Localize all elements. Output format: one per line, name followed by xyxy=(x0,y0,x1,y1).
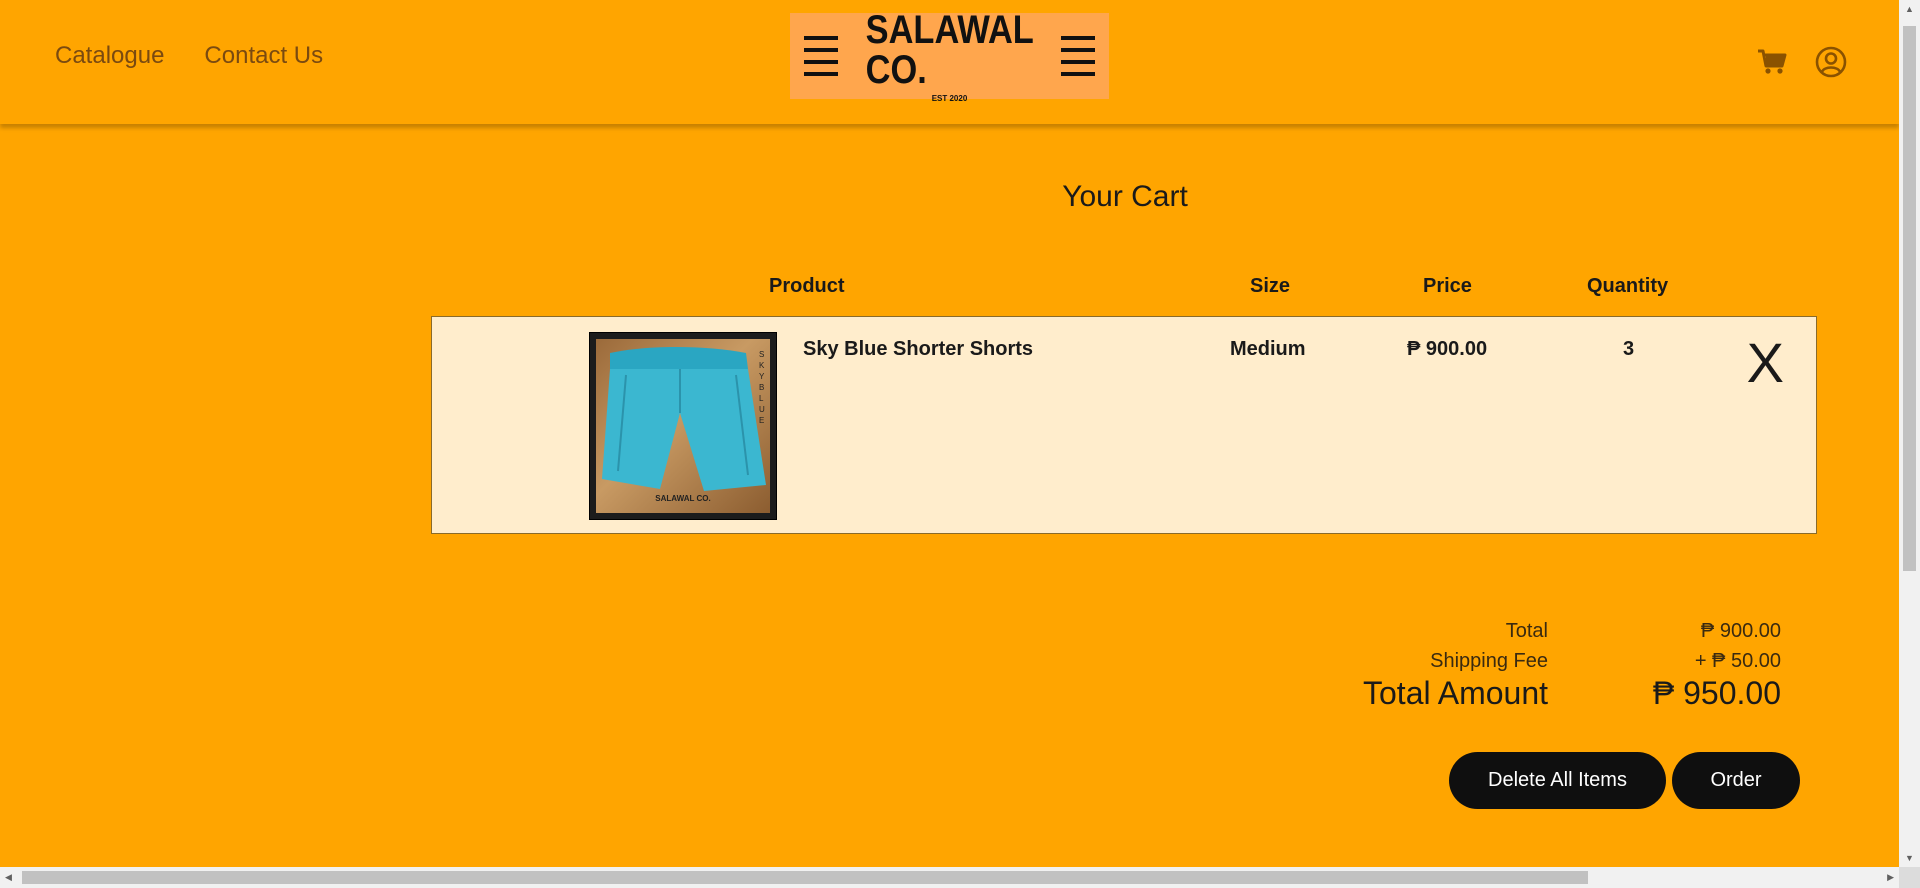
remove-item-button[interactable]: X xyxy=(1747,335,1784,391)
logo-right-stripes xyxy=(1061,36,1095,76)
column-header-price: Price xyxy=(1423,275,1472,297)
item-name[interactable]: Sky Blue Shorter Shorts xyxy=(803,338,1033,361)
scroll-left-arrow-icon[interactable]: ◀ xyxy=(5,872,12,883)
shorts-illustration xyxy=(602,347,766,491)
scroll-up-arrow-icon[interactable]: ▲ xyxy=(1905,4,1914,14)
item-size: Medium xyxy=(1230,338,1306,360)
product-image-side-text: SKY BLUE xyxy=(759,350,765,425)
page-viewport: Catalogue Contact Us SALAWAL CO. EST 202… xyxy=(0,0,1899,867)
vertical-scrollbar[interactable]: ▲ ▼ xyxy=(1899,0,1920,867)
scroll-right-arrow-icon[interactable]: ▶ xyxy=(1887,872,1894,883)
nav-catalogue-link[interactable]: Catalogue xyxy=(55,42,164,70)
shipping-label: Shipping Fee xyxy=(1430,650,1548,672)
logo-text: SALAWAL CO. EST 2020 xyxy=(852,10,1047,103)
delete-all-items-button[interactable]: Delete All Items xyxy=(1449,752,1666,809)
logo-est: EST 2020 xyxy=(931,93,968,103)
scrollbar-corner xyxy=(1899,867,1920,888)
vertical-scroll-thumb[interactable] xyxy=(1903,26,1916,571)
user-circle-icon[interactable] xyxy=(1815,46,1847,78)
top-nav: Catalogue Contact Us xyxy=(55,42,323,70)
product-image-label: SALAWAL CO. xyxy=(655,494,711,503)
column-header-size: Size xyxy=(1250,275,1291,297)
logo-left-stripes xyxy=(804,36,838,76)
header-icons xyxy=(1757,46,1847,78)
horizontal-scrollbar[interactable]: ◀ ▶ xyxy=(0,867,1899,888)
site-header: Catalogue Contact Us SALAWAL CO. EST 202… xyxy=(0,0,1899,124)
horizontal-scroll-thumb[interactable] xyxy=(22,871,1588,884)
item-price: ₱ 900.00 xyxy=(1407,338,1488,360)
shipping-value: + ₱ 50.00 xyxy=(1694,650,1781,672)
nav-contact-link[interactable]: Contact Us xyxy=(204,42,323,70)
brand-logo[interactable]: SALAWAL CO. EST 2020 xyxy=(790,10,1109,103)
total-amount-value: ₱ 950.00 xyxy=(1652,675,1781,711)
column-header-product: Product xyxy=(769,275,845,297)
cart-item-row: SKY BLUE SALAWAL CO. Sky Blue Shorter Sh… xyxy=(431,316,1817,534)
total-amount-label: Total Amount xyxy=(1363,675,1548,711)
logo-name: SALAWAL CO. xyxy=(865,7,1034,92)
scroll-down-arrow-icon[interactable]: ▼ xyxy=(1905,853,1914,863)
order-button[interactable]: Order xyxy=(1672,752,1800,809)
item-quantity: 3 xyxy=(1623,338,1635,360)
total-label: Total xyxy=(1505,620,1548,642)
product-image[interactable]: SKY BLUE SALAWAL CO. xyxy=(589,332,777,520)
cart-title: Your Cart xyxy=(1062,180,1188,213)
column-header-quantity: Quantity xyxy=(1587,275,1669,297)
total-value: ₱ 900.00 xyxy=(1700,620,1781,642)
cart-icon[interactable] xyxy=(1757,48,1787,76)
